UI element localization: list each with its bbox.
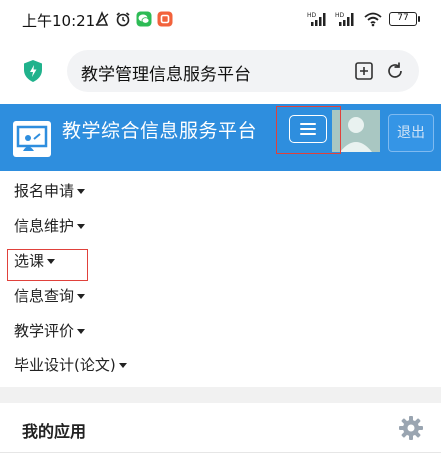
my-apps-panel: 我的应用 [0,403,441,453]
menu-item-label: 毕业设计(论文) [14,356,116,374]
hd-signal-icon: HD [307,12,326,26]
my-apps-title: 我的应用 [22,422,87,441]
classroom-logo-icon [16,125,48,151]
menu-item-info-maintenance[interactable]: 信息维护 [14,215,86,236]
address-bar[interactable]: 教学管理信息服务平台 [67,50,419,92]
status-icons-left [94,11,173,27]
menu-item-label: 信息维护 [14,217,75,235]
battery-icon: 77 [389,12,420,26]
status-icons-right: HD HD 77 [307,11,420,27]
site-logo[interactable] [13,121,51,157]
alarm-icon [116,12,130,27]
menu-item-label: 教学评价 [14,322,75,340]
highlight-box-menu [276,106,341,154]
caret-down-icon [77,329,86,334]
caret-down-icon [118,363,127,368]
logout-button[interactable]: 退出 [388,114,434,152]
do-not-disturb-icon [95,11,109,26]
caret-down-icon [77,224,86,229]
svg-text:HD: HD [307,12,317,19]
highlight-box-course-selection [7,249,88,281]
browser-bar: 教学管理信息服务平台 [0,40,441,100]
address-title[interactable]: 教学管理信息服务平台 [81,60,251,85]
site-title: 教学综合信息服务平台 [62,120,258,142]
app-notification-icon [157,11,173,27]
caret-down-icon [77,189,86,194]
menu-item-teaching-evaluation[interactable]: 教学评价 [14,320,86,341]
status-bar: 上午10:21 HD HD 77 [0,0,441,40]
menu-item-graduation-design[interactable]: 毕业设计(论文) [14,354,127,375]
refresh-icon[interactable] [384,60,406,82]
gear-icon[interactable] [398,415,424,441]
status-time: 上午10:21 [22,12,96,30]
menu-item-label: 报名申请 [14,182,75,200]
menu-item-info-query[interactable]: 信息查询 [14,285,86,306]
section-divider [0,387,441,403]
menu-item-registration[interactable]: 报名申请 [14,180,86,201]
site-header: 教学综合信息服务平台 退出 [0,104,441,171]
menu-item-label: 信息查询 [14,287,75,305]
wifi-icon [364,12,382,27]
caret-down-icon [77,294,86,299]
wechat-icon [136,11,152,27]
hd-signal-icon: HD [335,12,354,26]
shield-icon[interactable] [22,59,44,83]
add-bookmark-icon[interactable] [353,60,375,82]
svg-text:HD: HD [335,12,345,19]
